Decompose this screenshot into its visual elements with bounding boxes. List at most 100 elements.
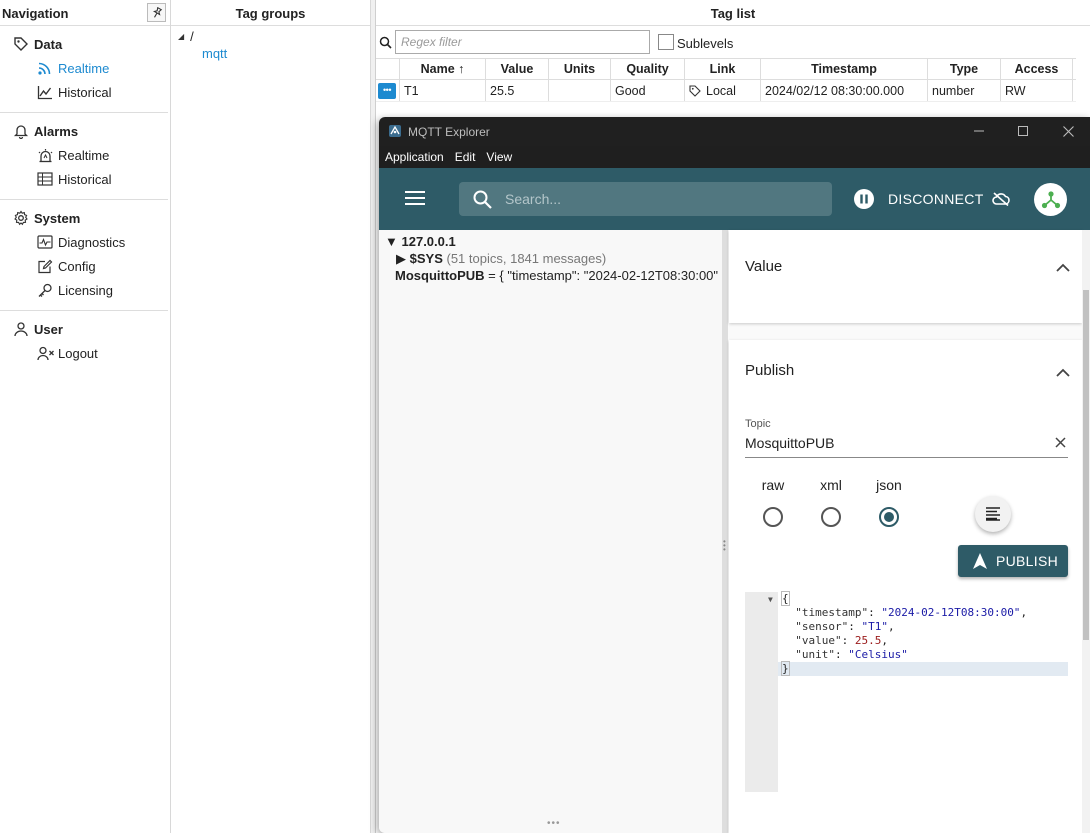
topic-search-box[interactable]	[459, 182, 832, 216]
tag-list-title: Tag list	[376, 0, 1090, 26]
details-pane: Value Publish Topic raw xml json PUBLISH	[728, 230, 1090, 833]
nav-header-user[interactable]: User	[0, 320, 168, 338]
code-line-active: }	[778, 661, 1068, 676]
expanded-triangle-icon[interactable]: ▼	[385, 234, 398, 249]
user-remove-icon	[37, 345, 55, 361]
column-header-link[interactable]: Link	[685, 59, 761, 79]
tree-node-sys[interactable]: ▶ $SYS (51 topics, 1841 messages)	[396, 251, 606, 267]
tag-groups-panel: Tag groups ◢ / mqtt	[171, 0, 371, 833]
code-line: "sensor": "T1",	[795, 620, 895, 633]
hamburger-menu-button[interactable]	[405, 191, 425, 208]
column-header-timestamp[interactable]: Timestamp	[761, 59, 928, 79]
nav-item-data-historical[interactable]: Historical	[0, 80, 168, 104]
disconnect-button[interactable]: DISCONNECT	[888, 191, 984, 207]
nav-header-alarms[interactable]: Alarms	[0, 122, 168, 140]
menu-bar: Application Edit View	[379, 146, 1090, 168]
regex-filter-input[interactable]	[395, 30, 650, 54]
fold-arrow-icon[interactable]: ▼	[768, 595, 773, 604]
tree-node-mosquittopub[interactable]: MosquittoPUB = { "timestamp": "2024-02-1…	[395, 268, 722, 283]
column-header-type[interactable]: Type	[928, 59, 1001, 79]
collapse-caret-icon[interactable]: ◢	[178, 32, 184, 41]
nav-header-data[interactable]: Data	[0, 35, 168, 53]
nav-header-system[interactable]: System	[0, 209, 168, 227]
details-scrollbar-thumb[interactable]	[1083, 290, 1089, 640]
sublevels-checkbox[interactable]	[658, 34, 674, 50]
chevron-up-icon[interactable]	[1056, 365, 1070, 380]
nav-item-alarms-realtime[interactable]: Realtime	[0, 143, 168, 167]
publish-button[interactable]: PUBLISH	[958, 545, 1068, 577]
resize-grip-icon[interactable]: •••	[547, 818, 561, 829]
mqtt-app-icon	[388, 124, 402, 141]
menu-edit[interactable]: Edit	[455, 150, 476, 164]
format-label-xml: xml	[820, 477, 842, 493]
menu-application[interactable]: Application	[385, 150, 444, 164]
format-radio-raw[interactable]	[763, 507, 783, 527]
publish-card-title[interactable]: Publish	[745, 362, 794, 379]
code-line: "unit": "Celsius"	[795, 648, 908, 661]
value-card-title[interactable]: Value	[745, 258, 782, 275]
row-menu-button[interactable]: •••	[378, 82, 396, 99]
column-header-units[interactable]: Units	[549, 59, 611, 79]
window-titlebar[interactable]: MQTT Explorer	[379, 117, 1090, 146]
table-icon	[37, 171, 55, 187]
format-label-raw: raw	[761, 477, 785, 493]
table-row[interactable]: ••• T1 25.5 Good Local 2024/02/12 08:30:…	[376, 80, 1076, 102]
topic-search-input[interactable]	[505, 189, 815, 209]
topic-label: Topic	[745, 418, 771, 430]
cell-access: RW	[1001, 80, 1073, 101]
nav-item-alarms-historical[interactable]: Historical	[0, 167, 168, 191]
menu-icon	[405, 191, 425, 205]
topic-tree: ▼ 127.0.0.1 ▶ $SYS (51 topics, 1841 mess…	[379, 230, 722, 833]
menu-view[interactable]: View	[486, 150, 512, 164]
connection-avatar[interactable]	[1034, 183, 1067, 216]
collapsed-triangle-icon[interactable]: ▶	[396, 251, 406, 266]
code-line: {	[781, 591, 790, 606]
chevron-up-icon[interactable]	[1056, 260, 1070, 275]
sublevels-label: Sublevels	[677, 36, 734, 51]
tag-groups-title: Tag groups	[171, 0, 370, 26]
pause-icon[interactable]	[853, 188, 875, 213]
align-left-icon	[986, 507, 1000, 521]
close-window-button[interactable]	[1056, 121, 1080, 141]
table-header-row: Name ↑ Value Units Quality Link Timestam…	[376, 58, 1076, 80]
alarm-light-icon	[37, 147, 55, 163]
format-json-button[interactable]	[975, 496, 1011, 532]
tree-node-mqtt[interactable]: mqtt	[202, 46, 227, 61]
maximize-button[interactable]	[1011, 121, 1035, 141]
line-chart-icon	[37, 84, 55, 100]
column-header-quality[interactable]: Quality	[611, 59, 685, 79]
navigation-panel: Navigation Data Realtime Historical Alar…	[0, 0, 171, 833]
value-card: Value	[729, 230, 1082, 323]
window-title: MQTT Explorer	[408, 125, 490, 139]
minimize-button[interactable]	[967, 121, 991, 141]
tree-root-node[interactable]: ◢ /	[178, 29, 194, 44]
nav-item-config[interactable]: Config	[0, 254, 168, 278]
format-radio-xml[interactable]	[821, 507, 841, 527]
column-header-name[interactable]: Name ↑	[400, 59, 486, 79]
nav-item-logout[interactable]: Logout	[0, 341, 168, 365]
column-header-access[interactable]: Access	[1001, 59, 1073, 79]
minimize-icon	[974, 130, 984, 132]
clear-topic-button[interactable]	[1055, 436, 1066, 451]
format-radio-json[interactable]	[879, 507, 899, 527]
search-icon	[379, 36, 392, 52]
code-line: "value": 25.5,	[795, 634, 888, 647]
nav-section-alarms: Alarms Realtime Historical	[0, 113, 168, 200]
nav-item-data-realtime[interactable]: Realtime	[0, 56, 168, 80]
topic-field[interactable]	[745, 432, 1068, 458]
user-icon	[13, 321, 31, 337]
tree-node-host[interactable]: ▼ 127.0.0.1	[385, 234, 456, 249]
edit-icon	[37, 258, 55, 274]
cell-link: Local	[685, 80, 761, 101]
column-header-value[interactable]: Value	[486, 59, 549, 79]
nav-section-user: User Logout	[0, 311, 168, 373]
nav-section-system: System Diagnostics Config Licensing	[0, 200, 168, 311]
topic-input[interactable]	[745, 435, 1035, 451]
nav-item-licensing[interactable]: Licensing	[0, 278, 168, 302]
payload-editor[interactable]: ▼ { "timestamp": "2024-02-12T08:30:00", …	[745, 591, 1068, 792]
editor-code[interactable]: { "timestamp": "2024-02-12T08:30:00", "s…	[778, 591, 1068, 676]
pin-button[interactable]	[147, 3, 166, 22]
nav-item-diagnostics[interactable]: Diagnostics	[0, 230, 168, 254]
format-label-json: json	[876, 477, 902, 493]
cell-name: T1	[400, 80, 486, 101]
